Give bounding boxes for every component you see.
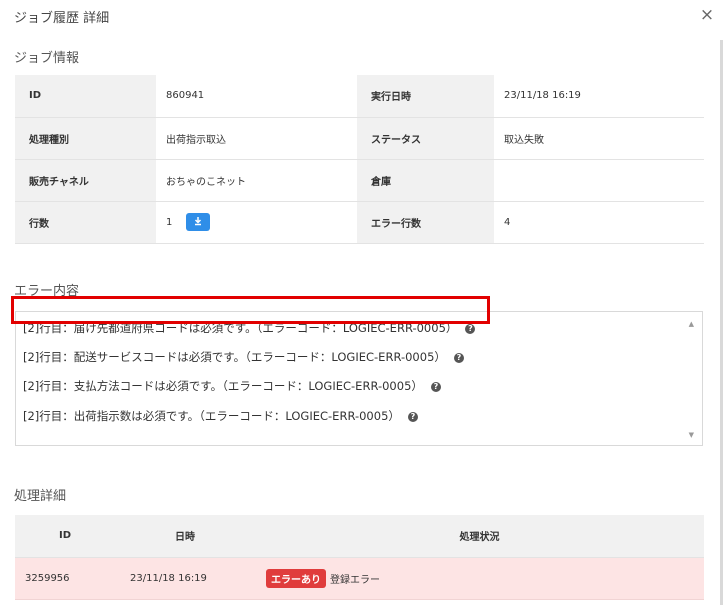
- help-icon[interactable]: ?: [430, 381, 441, 392]
- info-key: 処理種別: [15, 117, 156, 160]
- process-table: ID 日時 処理状況 3259956 23/11/18 16:19 エラーあり登…: [15, 515, 704, 600]
- status-badge: エラーあり: [266, 568, 326, 588]
- job-info-title: ジョブ情報: [14, 51, 80, 66]
- row-status: エラーあり 登録エラー: [255, 557, 704, 600]
- highlight-box: [11, 296, 490, 324]
- status-text: 登録エラー: [330, 574, 380, 586]
- download-button[interactable]: [185, 213, 210, 231]
- column-header-id: ID: [15, 515, 115, 558]
- row-datetime: 23/11/18 16:19: [115, 557, 255, 600]
- row-count-value: 1: [166, 217, 173, 228]
- info-value: 出荷指示取込: [156, 117, 357, 160]
- job-info-row: 販売チャネル おちゃのこネット 倉庫: [15, 159, 704, 202]
- info-value: 取込失敗: [494, 117, 704, 160]
- help-icon[interactable]: ?: [453, 352, 464, 363]
- info-key: 倉庫: [357, 159, 494, 202]
- job-info-table: ID 860941 実行日時 23/11/18 16:19 処理種別 出荷指示取…: [15, 75, 704, 244]
- error-line: [2]行目：配送サービスコードは必須です。（エラーコード：LOGIEC-ERR-…: [23, 349, 464, 365]
- info-key: ステータス: [357, 117, 494, 160]
- info-key: エラー行数: [357, 201, 494, 244]
- column-header-datetime: 日時: [115, 515, 255, 558]
- info-key: ID: [15, 75, 156, 118]
- info-value: おちゃのこネット: [156, 159, 357, 202]
- close-icon[interactable]: ×: [697, 5, 717, 25]
- info-key: 販売チャネル: [15, 159, 156, 202]
- error-text: [2]行目：支払方法コードは必須です。（エラーコード：LOGIEC-ERR-00…: [23, 379, 423, 393]
- download-icon: [194, 217, 201, 226]
- process-section-title: 処理詳細: [14, 489, 67, 504]
- info-value: 23/11/18 16:19: [494, 75, 704, 118]
- table-row[interactable]: 3259956 23/11/18 16:19 エラーあり 登録エラー: [15, 557, 704, 600]
- error-text: [2]行目：配送サービスコードは必須です。（エラーコード：LOGIEC-ERR-…: [23, 350, 446, 364]
- error-line: [2]行目：出荷指示数は必須です。（エラーコード：LOGIEC-ERR-0005…: [23, 408, 418, 424]
- scroll-up-icon[interactable]: ▲: [689, 320, 694, 328]
- column-header-status: 処理状況: [255, 515, 704, 558]
- job-info-row: 行数 1 エラー行数 4: [15, 201, 704, 244]
- error-line: [2]行目：支払方法コードは必須です。（エラーコード：LOGIEC-ERR-00…: [23, 378, 441, 394]
- error-text: [2]行目：出荷指示数は必須です。（エラーコード：LOGIEC-ERR-0005…: [23, 409, 400, 423]
- info-value: 860941: [156, 75, 357, 118]
- help-icon[interactable]: ?: [407, 411, 418, 422]
- scroll-down-icon[interactable]: ▼: [689, 431, 694, 439]
- modal-title: ジョブ履歴 詳細: [14, 11, 110, 26]
- row-id: 3259956: [15, 557, 115, 600]
- info-key: 行数: [15, 201, 156, 244]
- process-header-row: ID 日時 処理状況: [15, 515, 704, 558]
- error-list[interactable]: [2]行目：届け先都道府県コードは必須です。（エラーコード：LOGIEC-ERR…: [15, 311, 703, 446]
- job-info-row: ID 860941 実行日時 23/11/18 16:19: [15, 75, 704, 118]
- job-info-row: 処理種別 出荷指示取込 ステータス 取込失敗: [15, 117, 704, 160]
- info-value: [494, 159, 704, 202]
- info-value: 4: [494, 201, 704, 244]
- help-icon[interactable]: ?: [465, 323, 476, 334]
- info-key: 実行日時: [357, 75, 494, 118]
- info-value-row-count: 1: [156, 201, 357, 244]
